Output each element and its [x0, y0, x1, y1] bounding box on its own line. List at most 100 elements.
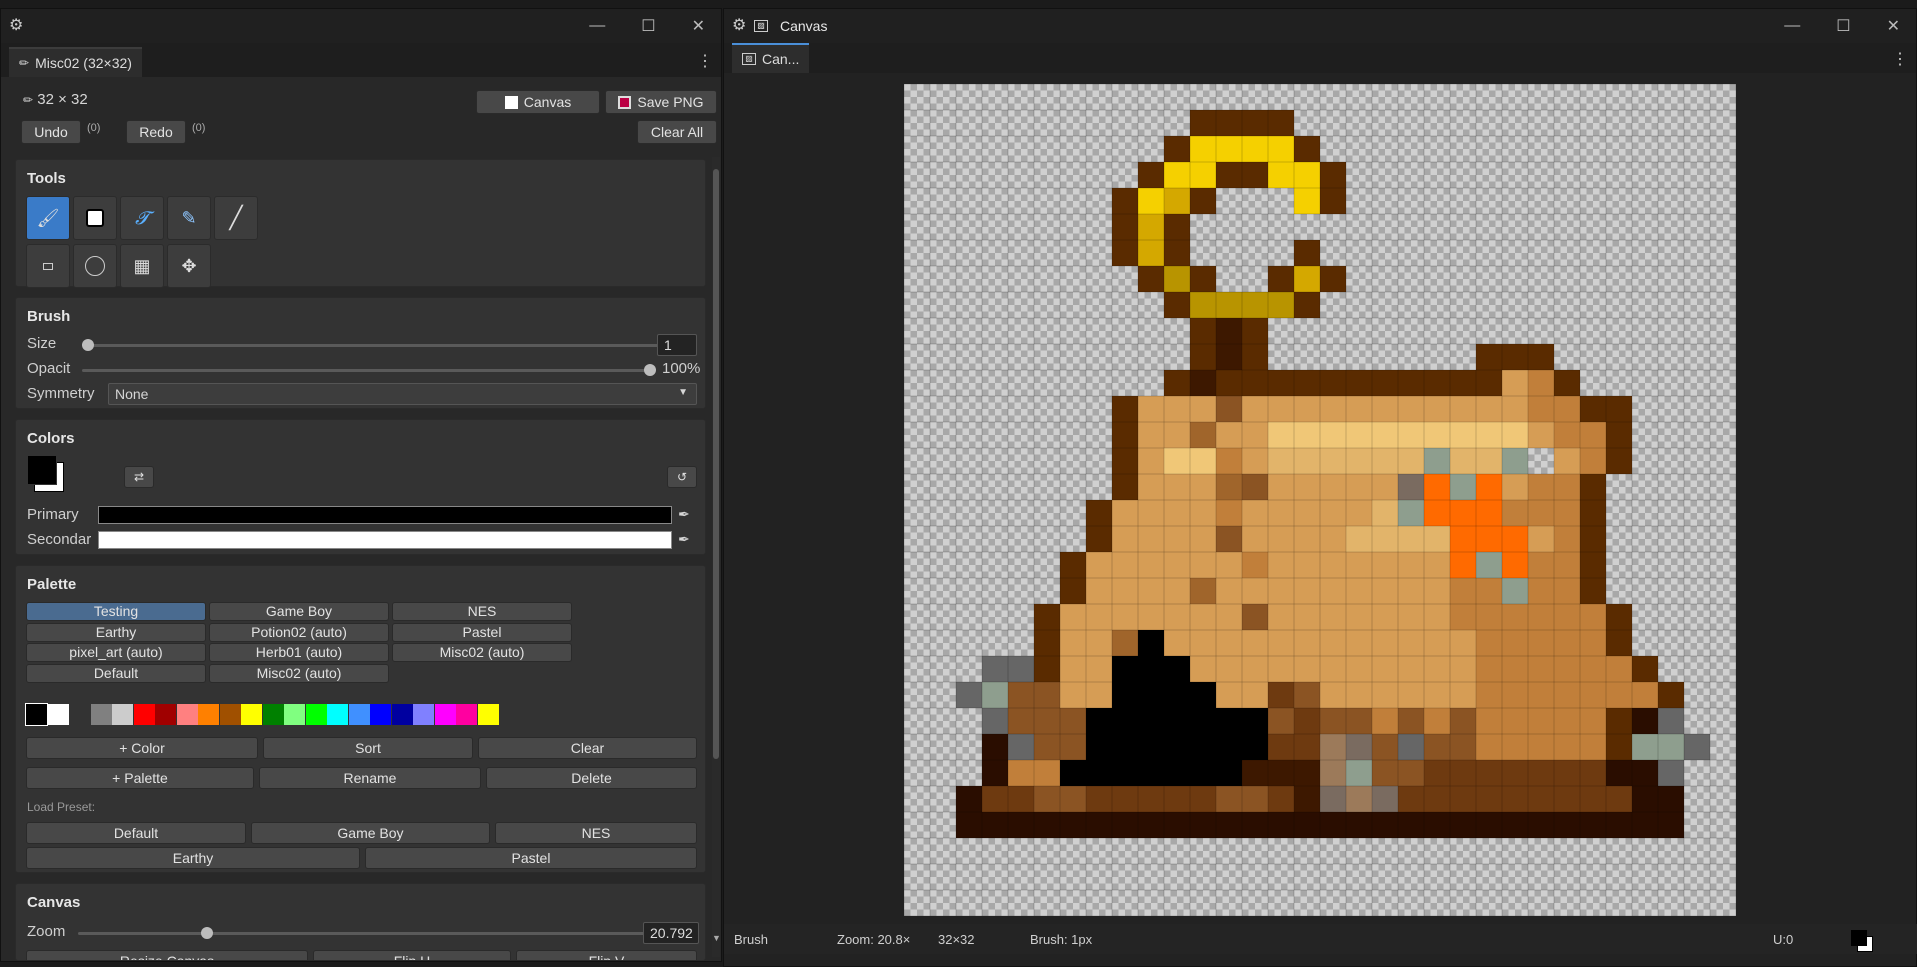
tab-menu-icon[interactable]: ⋮	[697, 51, 713, 71]
drawing-canvas[interactable]	[904, 84, 1736, 916]
palette-swatch[interactable]	[241, 704, 262, 725]
minimize-icon[interactable]: —	[589, 17, 605, 35]
pixel	[1346, 812, 1372, 838]
palette-swatch[interactable]	[434, 704, 456, 725]
palette-swatch[interactable]	[305, 704, 327, 725]
panel-scrollbar[interactable]	[712, 157, 720, 957]
zoom-input[interactable]: 20.792	[643, 922, 699, 944]
palette-swatch[interactable]	[327, 704, 348, 725]
load-preset-pastel[interactable]: Pastel	[365, 847, 697, 869]
palette-swatch[interactable]	[456, 704, 477, 725]
scrollbar-thumb[interactable]	[713, 169, 719, 759]
canvas-button[interactable]: Canvas	[476, 90, 600, 114]
palette-preset-button[interactable]: Game Boy	[209, 602, 389, 621]
status-tool: Brush	[734, 932, 768, 947]
maximize-icon[interactable]: ☐	[641, 16, 655, 36]
size-input[interactable]: 1	[657, 334, 697, 356]
pixel	[1190, 318, 1216, 344]
palette-preset-button[interactable]: Misc02 (auto)	[209, 663, 389, 683]
palette-preset-button[interactable]: pixel_art (auto)	[26, 643, 206, 662]
undo-button[interactable]: Undo	[21, 120, 81, 144]
close-icon[interactable]: ✕	[1887, 16, 1900, 36]
palette-preset-button[interactable]: Herb01 (auto)	[209, 643, 389, 662]
eyedropper-icon[interactable]: ✒	[678, 531, 690, 548]
flip-v-button[interactable]: Flip V	[516, 950, 697, 960]
palette-swatch[interactable]	[348, 704, 370, 725]
rectangle-tool[interactable]	[26, 244, 70, 288]
minimize-icon[interactable]: —	[1784, 17, 1800, 35]
palette-swatch[interactable]	[413, 704, 434, 725]
line-tool[interactable]: ╱	[214, 196, 258, 240]
load-preset-gameboy[interactable]: Game Boy	[251, 822, 490, 844]
primary-color-bar[interactable]	[98, 506, 672, 524]
pixel	[1450, 396, 1476, 422]
palette-swatch[interactable]	[262, 704, 284, 725]
reset-colors-button[interactable]: ↺	[667, 466, 697, 488]
palette-preset-button[interactable]: Default	[26, 663, 206, 683]
size-slider-knob[interactable]	[82, 339, 94, 351]
pixel	[1242, 760, 1268, 786]
secondary-color-bar[interactable]	[98, 531, 672, 549]
clear-all-button[interactable]: Clear All	[637, 120, 717, 144]
close-icon[interactable]: ✕	[692, 16, 705, 36]
fill-square-tool[interactable]	[73, 196, 117, 240]
palette-swatch[interactable]	[284, 704, 305, 725]
swap-colors-button[interactable]: ⇄	[124, 466, 154, 488]
palette-preset-button[interactable]: Potion02 (auto)	[209, 622, 389, 642]
tab-menu-icon[interactable]: ⋮	[1892, 49, 1908, 69]
zoom-slider-knob[interactable]	[200, 927, 213, 939]
pixel	[1112, 448, 1138, 474]
palette-swatch[interactable]	[112, 704, 133, 725]
add-color-button[interactable]: + Color	[26, 737, 258, 759]
sort-button[interactable]: Sort	[263, 737, 473, 759]
pen-tool[interactable]: 𝓣	[120, 196, 164, 240]
save-png-button[interactable]: Save PNG	[605, 90, 717, 114]
opacity-slider[interactable]	[82, 364, 656, 376]
ellipse-tool[interactable]	[73, 244, 117, 288]
maximize-icon[interactable]: ☐	[1836, 16, 1850, 36]
add-palette-button[interactable]: + Palette	[26, 767, 254, 789]
primary-color-preview[interactable]	[27, 455, 57, 485]
redo-button[interactable]: Redo	[126, 120, 186, 144]
palette-preset-button[interactable]: Earthy	[26, 622, 206, 642]
load-preset-nes[interactable]: NES	[495, 822, 697, 844]
palette-swatch[interactable]	[25, 703, 48, 726]
palette-swatch[interactable]	[370, 704, 391, 725]
primary-label: Primary	[27, 506, 79, 523]
palette-swatch[interactable]	[477, 704, 499, 725]
palette-swatch[interactable]	[155, 704, 176, 725]
palette-swatch[interactable]	[133, 704, 155, 725]
flip-h-button[interactable]: Flip H	[313, 950, 511, 960]
move-tool[interactable]: ✥	[167, 244, 211, 288]
symmetry-select[interactable]: None ▼	[108, 383, 697, 405]
palette-preset-button[interactable]: Misc02 (auto)	[392, 643, 572, 662]
resize-canvas-button[interactable]: Resize Canvas	[26, 950, 308, 960]
grid-tool[interactable]: ▦	[120, 244, 164, 288]
opacity-slider-knob[interactable]	[644, 364, 656, 376]
palette-preset-button[interactable]: NES	[392, 602, 572, 621]
scroll-down-icon[interactable]: ▼	[712, 933, 721, 943]
pixel	[1216, 370, 1242, 396]
eraser-tool[interactable]: ✎	[167, 196, 211, 240]
rename-button[interactable]: Rename	[259, 767, 481, 789]
tab-canvas[interactable]: ▨ Can...	[732, 43, 810, 73]
clear-palette-button[interactable]: Clear	[478, 737, 697, 759]
eyedropper-icon[interactable]: ✒	[678, 506, 690, 523]
palette-swatch[interactable]	[69, 704, 90, 725]
load-preset-default[interactable]: Default	[26, 822, 246, 844]
palette-swatch[interactable]	[219, 704, 241, 725]
palette-preset-button[interactable]: Testing	[26, 602, 206, 621]
palette-swatch[interactable]	[176, 704, 198, 725]
palette-swatch[interactable]	[391, 704, 413, 725]
pixel	[1450, 500, 1476, 526]
delete-button[interactable]: Delete	[486, 767, 697, 789]
size-slider[interactable]	[82, 339, 667, 351]
load-preset-earthy[interactable]: Earthy	[26, 847, 360, 869]
brush-tool[interactable]: 🖌	[26, 196, 70, 240]
palette-swatch[interactable]	[47, 704, 69, 725]
palette-preset-button[interactable]: Pastel	[392, 622, 572, 642]
palette-swatch[interactable]	[198, 704, 219, 725]
palette-swatch[interactable]	[90, 704, 112, 725]
zoom-slider[interactable]	[78, 927, 648, 939]
tab-misc02[interactable]: ✏ Misc02 (32×32)	[9, 47, 142, 77]
